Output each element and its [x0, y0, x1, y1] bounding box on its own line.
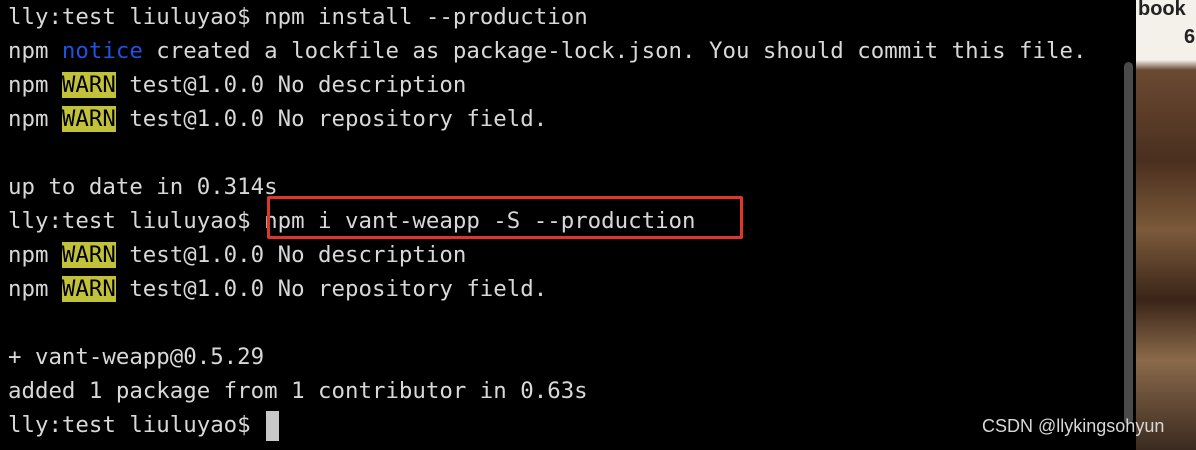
terminal-line: npm WARN test@1.0.0 No description: [8, 68, 466, 102]
warn-tag: WARN: [61, 106, 116, 132]
background-window-number: 6: [1184, 26, 1196, 48]
log-message: test@1.0.0 No description: [115, 242, 467, 268]
shell-prompt: lly:test liuluyao$: [8, 208, 265, 234]
terminal-line: lly:test liuluyao$ npm install --product…: [8, 0, 588, 34]
watermark-text: CSDN @llykingsohyun: [982, 416, 1165, 436]
terminal-line: + vant-weapp@0.5.29: [8, 344, 265, 370]
terminal-line: npm WARN test@1.0.0 No description: [8, 238, 466, 272]
notice-tag: notice: [61, 38, 143, 64]
warn-tag: WARN: [61, 242, 116, 268]
terminal-line: npm notice created a lockfile as package…: [8, 34, 1086, 68]
terminal-line: npm WARN test@1.0.0 No repository field.: [8, 272, 547, 306]
shell-prompt: lly:test liuluyao$: [8, 4, 265, 30]
warn-tag: WARN: [61, 72, 116, 98]
npm-prefix: npm: [8, 72, 62, 98]
command-text: npm install --production: [264, 4, 588, 30]
npm-prefix: npm: [8, 242, 62, 268]
log-message: test@1.0.0 No repository field.: [115, 276, 548, 302]
log-message: created a lockfile as package-lock.json.…: [142, 38, 1087, 64]
npm-prefix: npm: [8, 276, 62, 302]
terminal-line: added 1 package from 1 contributor in 0.…: [8, 378, 588, 404]
terminal-line: up to date in 0.314s: [8, 174, 278, 200]
warn-tag: WARN: [61, 276, 116, 302]
npm-prefix: npm: [8, 38, 62, 64]
background-window-text: book: [1138, 0, 1186, 20]
npm-prefix: npm: [8, 106, 62, 132]
log-message: test@1.0.0 No description: [115, 72, 467, 98]
terminal-window[interactable]: lly:test liuluyao$ npm install --product…: [0, 0, 1136, 450]
highlight-annotation-box: [267, 196, 743, 239]
shell-prompt: lly:test liuluyao$: [8, 412, 265, 438]
terminal-line: npm WARN test@1.0.0 No repository field.: [8, 102, 547, 136]
scrollbar-thumb[interactable]: [1124, 62, 1133, 424]
terminal-input-line[interactable]: lly:test liuluyao$: [8, 408, 280, 442]
log-message: test@1.0.0 No repository field.: [115, 106, 548, 132]
text-cursor: [266, 410, 280, 441]
background-desktop: [1136, 0, 1196, 450]
